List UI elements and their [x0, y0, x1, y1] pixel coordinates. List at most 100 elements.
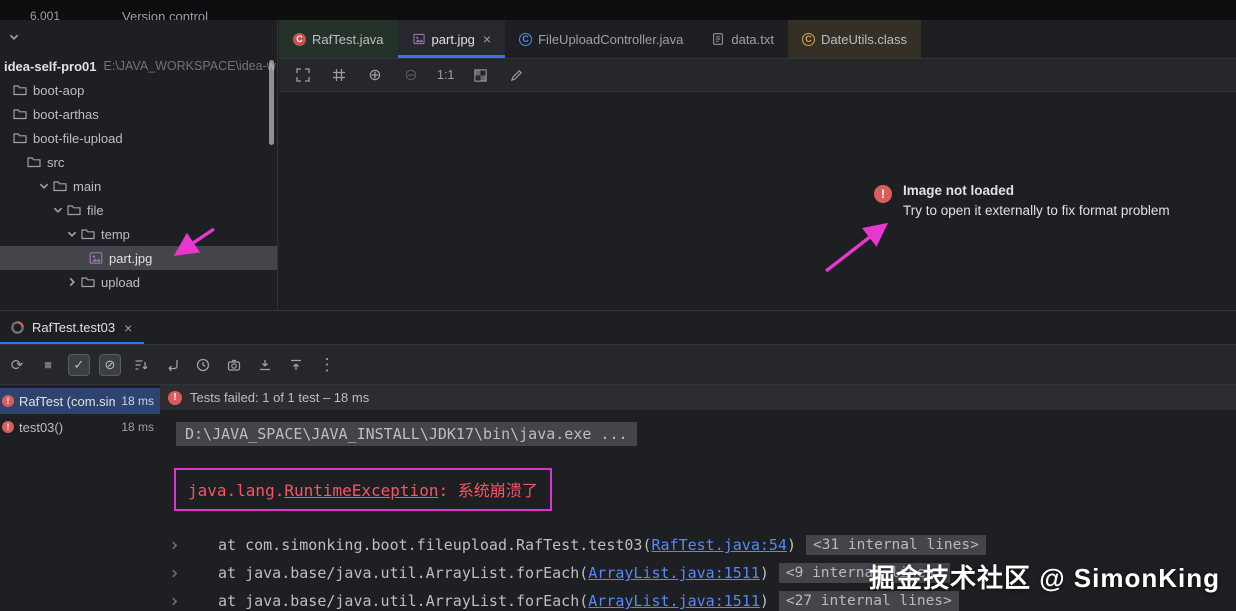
console-command-line: D:\JAVA_SPACE\JAVA_INSTALL\JDK17\bin\jav…: [176, 422, 1236, 447]
sort-alphabetically-icon[interactable]: [130, 354, 152, 376]
test-tree-item-test03[interactable]: ! test03() 18 ms: [0, 414, 160, 440]
exception-prefix: java.lang.: [188, 481, 285, 501]
tree-item-label: main: [73, 178, 102, 194]
error-description: Try to open it externally to fix format …: [903, 203, 1170, 218]
test-failed-icon: !: [2, 395, 14, 407]
tab-data-txt[interactable]: data.txt: [697, 20, 788, 58]
class-icon: C: [519, 32, 533, 46]
tree-item-boot-arthas[interactable]: boot-arthas: [0, 102, 277, 126]
screenshot-icon[interactable]: [223, 354, 245, 376]
test-tree-item-raftest[interactable]: ! RafTest (com.simon 18 ms: [0, 388, 160, 414]
close-run-tab-icon[interactable]: ×: [124, 320, 132, 336]
chevron-down-icon[interactable]: [38, 180, 50, 192]
zoom-in-icon[interactable]: ⊕: [365, 65, 385, 85]
version-control-widget[interactable]: Version control: [122, 9, 208, 20]
fit-to-window-icon[interactable]: [293, 65, 313, 85]
run-tab-raftest-test03[interactable]: RafTest.test03 ×: [0, 311, 144, 344]
tab-label: DateUtils.class: [821, 31, 907, 47]
exception-message: 系统崩溃了: [457, 481, 538, 501]
fold-arrow-icon[interactable]: [166, 568, 182, 579]
tests-failed-text: Tests failed: 1 of 1 test – 18 ms: [190, 390, 370, 406]
import-test-results-icon[interactable]: [254, 354, 276, 376]
show-ignored-toggle[interactable]: ⊘: [99, 353, 121, 376]
folder-icon: [81, 229, 95, 240]
tests-failed-bar: ! Tests failed: 1 of 1 test – 18 ms: [160, 385, 1236, 411]
run-tool-window-tab-bar: RafTest.test03 ×: [0, 310, 1236, 345]
test-tree-label: test03(): [19, 419, 64, 435]
test-tree: ! RafTest (com.simon 18 ms ! test03() 18…: [0, 385, 160, 611]
command-line-text[interactable]: D:\JAVA_SPACE\JAVA_INSTALL\JDK17\bin\jav…: [176, 422, 637, 447]
image-editor-canvas[interactable]: ! Image not loaded Try to open it extern…: [279, 92, 1236, 309]
frame-text: at com.simonking.boot.fileupload.RafTest…: [218, 536, 796, 555]
tree-item-label: boot-arthas: [33, 106, 99, 122]
project-root-path: E:\JAVA_WORKSPACE\idea-w: [103, 59, 276, 73]
transparency-checkerboard-icon[interactable]: [470, 65, 490, 85]
test-history-icon[interactable]: [192, 354, 214, 376]
tree-item-src[interactable]: src: [0, 150, 277, 174]
tab-raftest-java[interactable]: C RafTest.java: [279, 20, 398, 58]
tab-label: part.jpg: [431, 31, 475, 47]
fold-arrow-icon[interactable]: [166, 596, 182, 607]
edit-externally-icon[interactable]: [506, 65, 526, 85]
zoom-out-icon[interactable]: ⊖: [401, 65, 421, 85]
tree-item-main[interactable]: main: [0, 174, 277, 198]
project-tree: idea-self-pro01 E:\JAVA_WORKSPACE\idea-w…: [0, 54, 277, 294]
run-tab-label: RafTest.test03: [32, 320, 116, 335]
project-panel-header: [0, 20, 277, 54]
export-test-results-icon[interactable]: [285, 354, 307, 376]
error-title: Image not loaded: [903, 183, 1015, 198]
more-options-icon[interactable]: ⋮: [316, 354, 338, 376]
folder-icon: [81, 277, 95, 288]
tree-item-label: boot-file-upload: [33, 130, 123, 146]
image-file-icon: [89, 252, 103, 264]
test-class-icon: C: [293, 32, 306, 46]
stack-frame: at com.simonking.boot.fileupload.RafTest…: [166, 531, 1236, 559]
folder-icon: [13, 109, 27, 120]
main-window-header: 6.001 Version control: [0, 0, 1236, 20]
show-passed-toggle[interactable]: ✓: [68, 353, 90, 376]
tree-item-label: upload: [101, 274, 141, 290]
tab-label: FileUploadController.java: [538, 31, 684, 47]
grid-icon[interactable]: [329, 65, 349, 85]
tree-item-label: src: [47, 154, 65, 170]
test-duration: 18 ms: [121, 394, 154, 408]
tree-item-temp[interactable]: temp: [0, 222, 277, 246]
actual-size-label[interactable]: 1:1: [437, 68, 454, 82]
chevron-down-icon[interactable]: [52, 204, 64, 216]
rerun-icon[interactable]: ⟳: [6, 354, 28, 376]
exception-highlight-box: java.lang.RuntimeException: 系统崩溃了: [174, 468, 552, 512]
chevron-down-icon[interactable]: [8, 31, 20, 43]
run-toolbar: ⟳ ■ ✓ ⊘ ⋮: [0, 345, 1236, 385]
source-link[interactable]: RafTest.java:54: [651, 536, 786, 554]
tree-item-boot-aop[interactable]: boot-aop: [0, 78, 277, 102]
chevron-right-icon[interactable]: [66, 276, 78, 288]
tab-fileuploadcontroller-java[interactable]: C FileUploadController.java: [505, 20, 697, 58]
source-link[interactable]: ArrayList.java:1511: [588, 564, 760, 582]
close-tab-icon[interactable]: ×: [483, 31, 491, 47]
stop-icon[interactable]: ■: [37, 354, 59, 376]
image-file-icon: [412, 33, 425, 45]
chevron-down-icon[interactable]: [66, 228, 78, 240]
project-scrollbar[interactable]: [269, 60, 274, 145]
tab-label: RafTest.java: [312, 31, 384, 47]
exception-class-link[interactable]: RuntimeException: [284, 481, 438, 500]
image-error-message: ! Image not loaded Try to open it extern…: [874, 183, 1170, 218]
sort-by-duration-icon[interactable]: [161, 354, 183, 376]
internal-lines-badge[interactable]: <31 internal lines>: [805, 535, 986, 556]
tree-item-boot-file-upload[interactable]: boot-file-upload: [0, 126, 277, 150]
tree-item-project-root[interactable]: idea-self-pro01 E:\JAVA_WORKSPACE\idea-w: [0, 54, 277, 78]
fold-arrow-icon[interactable]: [166, 540, 182, 551]
project-tool-window: idea-self-pro01 E:\JAVA_WORKSPACE\idea-w…: [0, 20, 278, 310]
folder-icon: [27, 157, 41, 168]
tab-label: data.txt: [731, 31, 774, 47]
tab-dateutils-class[interactable]: C DateUtils.class: [788, 20, 921, 58]
junit-icon: [11, 321, 24, 334]
tree-item-upload[interactable]: upload: [0, 270, 277, 294]
project-root-name: idea-self-pro01: [4, 58, 97, 74]
editor-tab-bar: C RafTest.java part.jpg × C FileUploadCo…: [279, 20, 1236, 58]
tree-item-label: part.jpg: [109, 250, 153, 266]
source-link[interactable]: ArrayList.java:1511: [588, 592, 760, 610]
tree-item-file[interactable]: file: [0, 198, 277, 222]
tree-item-part-jpg[interactable]: part.jpg: [0, 246, 277, 270]
tab-part-jpg[interactable]: part.jpg ×: [397, 20, 506, 58]
